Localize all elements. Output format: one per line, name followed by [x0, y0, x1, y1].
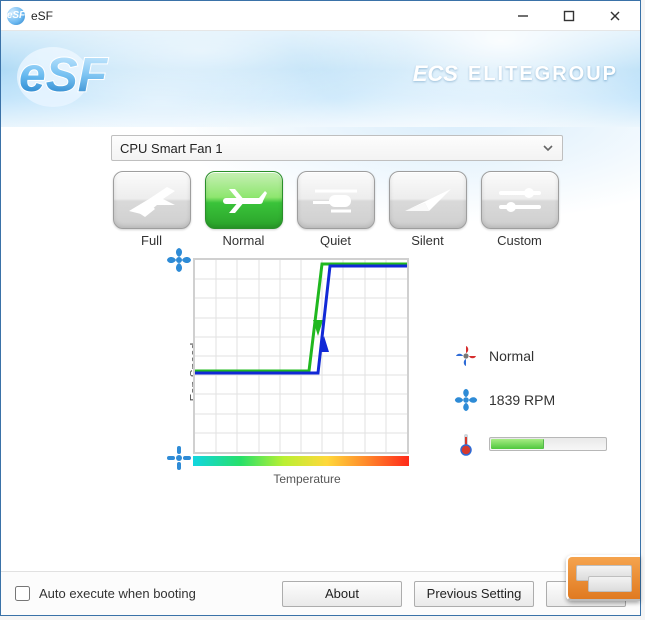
- mode-silent: Silent: [389, 171, 467, 248]
- temperature-fill: [491, 439, 544, 449]
- mode-custom: Custom: [481, 171, 559, 248]
- mode-row: Full Normal: [47, 171, 624, 248]
- chevron-down-icon: [542, 142, 554, 154]
- mode-label: Normal: [205, 233, 283, 248]
- fan-status-icon: [453, 343, 479, 369]
- jet-icon: [123, 181, 181, 219]
- minimize-button[interactable]: [500, 2, 546, 30]
- temperature-bar: [489, 437, 607, 451]
- thermometer-icon: [453, 431, 479, 457]
- status-temp: [453, 431, 607, 457]
- sliders-icon: [491, 181, 549, 219]
- brand-group: ELITEGROUP: [468, 63, 618, 86]
- minimize-icon: [517, 10, 529, 22]
- content-area: CPU Smart Fan 1 Full: [1, 127, 640, 571]
- maximize-icon: [563, 10, 575, 22]
- mode-label: Quiet: [297, 233, 375, 248]
- fan-curve-chart[interactable]: [193, 258, 409, 454]
- brand-ecs: ECS: [413, 61, 458, 87]
- airliner-icon: [215, 181, 273, 219]
- mode-quiet: Quiet: [297, 171, 375, 248]
- mode-full-button[interactable]: [113, 171, 191, 229]
- fan-select[interactable]: CPU Smart Fan 1: [111, 135, 563, 161]
- window-title: eSF: [31, 9, 500, 23]
- esf-logo: eSF: [13, 35, 139, 115]
- paperplane-icon: [399, 181, 457, 219]
- status-mode: Normal: [453, 343, 607, 369]
- axis-x-label: Temperature: [193, 472, 421, 486]
- auto-execute-label: Auto execute when booting: [39, 586, 196, 601]
- bottom-bar: Auto execute when booting About Previous…: [1, 571, 640, 615]
- fan-rpm-icon: [453, 387, 479, 413]
- titlebar: eSF eSF: [1, 1, 640, 31]
- app-icon: eSF: [7, 7, 25, 25]
- close-button[interactable]: [592, 2, 638, 30]
- mode-normal: Normal: [205, 171, 283, 248]
- maximize-button[interactable]: [546, 2, 592, 30]
- fan-select-value: CPU Smart Fan 1: [120, 141, 223, 156]
- previous-label: Previous Setting: [427, 586, 522, 601]
- status-rpm: 1839 RPM: [453, 387, 607, 413]
- previous-setting-button[interactable]: Previous Setting: [414, 581, 534, 607]
- mode-custom-button[interactable]: [481, 171, 559, 229]
- auto-execute-checkbox[interactable]: Auto execute when booting: [7, 583, 270, 604]
- header-banner: eSF ECS ELITEGROUP: [1, 31, 640, 127]
- mode-quiet-button[interactable]: [297, 171, 375, 229]
- brand: ECS ELITEGROUP: [413, 61, 618, 87]
- chart-grid: [195, 260, 407, 452]
- fan-low-icon: [165, 444, 193, 472]
- chart-area: Fan Speed Temperature: [193, 258, 421, 486]
- about-button[interactable]: About: [282, 581, 402, 607]
- app-window: eSF eSF eSF ECS ELITEGROUP: [0, 0, 641, 616]
- fan-high-icon: [165, 246, 193, 274]
- mode-silent-button[interactable]: [389, 171, 467, 229]
- svg-text:eSF: eSF: [19, 49, 109, 102]
- helicopter-icon: [307, 181, 365, 219]
- mode-full: Full: [113, 171, 191, 248]
- corner-overlay-widget[interactable]: [566, 555, 640, 601]
- close-icon: [609, 10, 621, 22]
- status-mode-label: Normal: [489, 348, 534, 364]
- about-label: About: [325, 586, 359, 601]
- status-panel: Normal 1839 RPM: [453, 343, 607, 457]
- mode-label: Silent: [389, 233, 467, 248]
- mode-label: Custom: [481, 233, 559, 248]
- status-rpm-label: 1839 RPM: [489, 392, 555, 408]
- auto-execute-input[interactable]: [15, 586, 30, 601]
- temperature-gradient: [193, 456, 409, 466]
- mode-normal-button[interactable]: [205, 171, 283, 229]
- window-controls: [500, 2, 638, 30]
